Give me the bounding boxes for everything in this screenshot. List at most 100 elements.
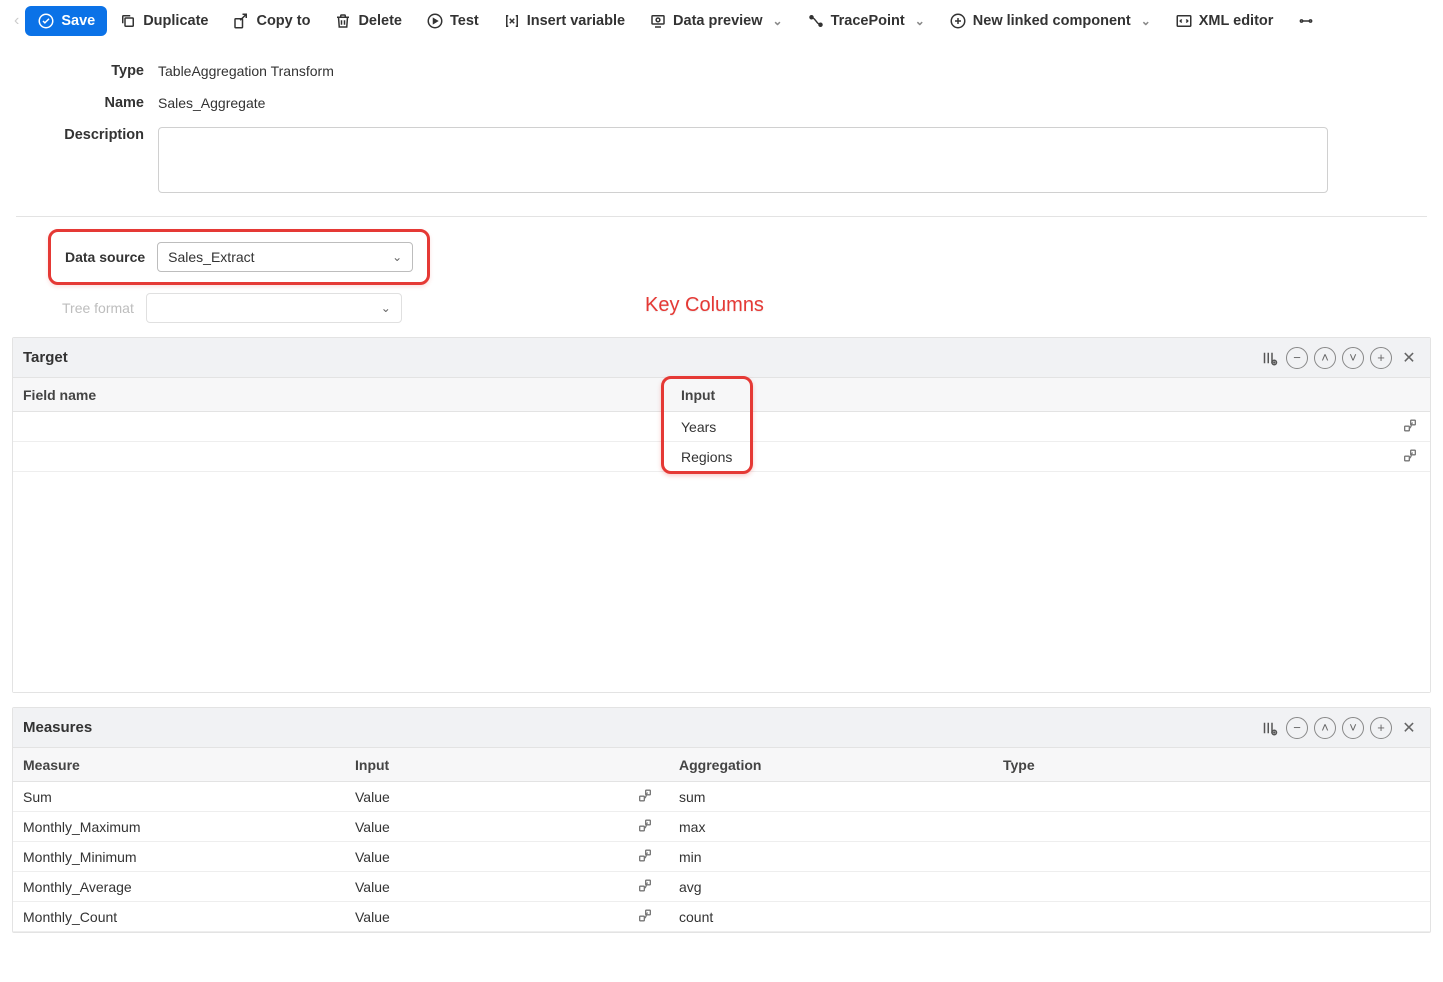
aggregation-cell[interactable]: max: [669, 819, 993, 835]
more-icon: [1297, 12, 1315, 30]
remove-icon[interactable]: −: [1286, 717, 1308, 739]
close-icon[interactable]: ✕: [1398, 347, 1420, 369]
datasource-value: Sales_Extract: [168, 249, 254, 265]
measures-panel: Measures − ˄ ˅ + ✕ Measure Input Aggrega…: [12, 707, 1431, 933]
input-cell[interactable]: Years: [659, 419, 1430, 435]
measure-cell[interactable]: Monthly_Count: [13, 909, 345, 925]
tracepoint-icon: [807, 12, 825, 30]
back-chevron-icon[interactable]: ‹: [8, 12, 25, 30]
datasource-block: Data source Sales_Extract ⌄ Tree format …: [0, 229, 1443, 337]
table-row[interactable]: Monthly_Count Value count: [13, 902, 1430, 932]
input-header: Input: [659, 387, 1430, 403]
add-icon[interactable]: +: [1370, 347, 1392, 369]
columns-icon[interactable]: [1258, 347, 1280, 369]
measures-header-row: Measure Input Aggregation Type: [13, 748, 1430, 782]
insert-variable-button[interactable]: Insert variable: [491, 6, 637, 36]
chevron-down-icon[interactable]: ⌄: [773, 14, 783, 28]
check-circle-icon: [37, 12, 55, 30]
chevron-down-icon[interactable]: ⌄: [915, 14, 925, 28]
input-cell[interactable]: Value: [345, 909, 669, 925]
link-icon[interactable]: [637, 847, 653, 866]
table-row[interactable]: Years: [13, 412, 1430, 442]
measures-header-actions: − ˄ ˅ + ✕: [1258, 717, 1420, 739]
target-body: Years Regions: [13, 412, 1430, 692]
chevron-down-icon[interactable]: ⌄: [1141, 14, 1151, 28]
move-up-icon[interactable]: ˄: [1314, 717, 1336, 739]
measure-cell[interactable]: Monthly_Maximum: [13, 819, 345, 835]
link-icon[interactable]: [637, 907, 653, 926]
measure-cell[interactable]: Monthly_Minimum: [13, 849, 345, 865]
link-icon[interactable]: [1402, 417, 1418, 436]
more-button[interactable]: [1285, 6, 1315, 36]
save-button[interactable]: Save: [25, 6, 107, 36]
name-value[interactable]: Sales_Aggregate: [158, 91, 1427, 111]
trash-icon: [334, 12, 352, 30]
measure-cell[interactable]: Monthly_Average: [13, 879, 345, 895]
table-row[interactable]: Monthly_AverageValueavg: [13, 872, 1430, 902]
input-value: Years: [681, 419, 716, 435]
delete-button[interactable]: Delete: [322, 6, 414, 36]
input-cell[interactable]: Value: [345, 849, 669, 865]
remove-icon[interactable]: −: [1286, 347, 1308, 369]
copy-to-button[interactable]: Copy to: [220, 6, 322, 36]
move-down-icon[interactable]: ˅: [1342, 717, 1364, 739]
table-row[interactable]: Monthly_MinimumValuemin: [13, 842, 1430, 872]
description-input[interactable]: [158, 127, 1328, 193]
copy-to-icon: [232, 12, 250, 30]
target-header-row: Field name Input: [13, 378, 1430, 412]
save-label: Save: [61, 13, 95, 29]
tree-format-select: ⌄: [146, 293, 402, 323]
duplicate-icon: [119, 12, 137, 30]
link-icon[interactable]: [1402, 447, 1418, 466]
columns-icon[interactable]: [1258, 717, 1280, 739]
toolbar: ‹ Save Duplicate Copy to Delete Test: [0, 0, 1443, 43]
close-icon[interactable]: ✕: [1398, 717, 1420, 739]
input-cell[interactable]: Value: [345, 819, 669, 835]
measure-header: Measure: [13, 757, 345, 773]
input-cell[interactable]: Regions: [659, 449, 1430, 465]
target-header-actions: − ˄ ˅ + ✕: [1258, 347, 1420, 369]
xml-icon: [1175, 12, 1193, 30]
name-row: Name Sales_Aggregate: [16, 85, 1427, 117]
link-icon[interactable]: [637, 877, 653, 896]
test-icon: [426, 12, 444, 30]
datasource-select[interactable]: Sales_Extract ⌄: [157, 242, 413, 272]
input-cell[interactable]: Value: [345, 789, 669, 805]
move-up-icon[interactable]: ˄: [1314, 347, 1336, 369]
type-value: TableAggregation Transform: [158, 59, 1427, 79]
target-panel-header: Target Key Columns − ˄ ˅ + ✕: [13, 338, 1430, 378]
target-panel: Target Key Columns − ˄ ˅ + ✕ Field name …: [12, 337, 1431, 693]
move-down-icon[interactable]: ˅: [1342, 347, 1364, 369]
eye-icon: [649, 12, 667, 30]
measures-body: SumValuesumMonthly_MaximumValuemaxMonthl…: [13, 782, 1430, 932]
aggregation-cell[interactable]: count: [669, 909, 993, 925]
link-icon[interactable]: [637, 817, 653, 836]
chevron-down-icon: ⌄: [392, 250, 402, 264]
aggregation-cell[interactable]: min: [669, 849, 993, 865]
separator: [16, 216, 1427, 217]
tree-format-label: Tree format: [62, 300, 134, 316]
description-row: Description: [16, 117, 1427, 202]
delete-label: Delete: [358, 13, 402, 29]
aggregation-cell[interactable]: avg: [669, 879, 993, 895]
xml-editor-button[interactable]: XML editor: [1163, 6, 1286, 36]
data-preview-button[interactable]: Data preview ⌄: [637, 6, 795, 36]
new-linked-component-button[interactable]: New linked component ⌄: [937, 6, 1163, 36]
datasource-highlight: Data source Sales_Extract ⌄: [48, 229, 430, 285]
input-value: Value: [355, 789, 390, 805]
tracepoint-button[interactable]: TracePoint ⌄: [795, 6, 937, 36]
input-value: Value: [355, 909, 390, 925]
test-button[interactable]: Test: [414, 6, 491, 36]
table-row[interactable]: Sum Value sum: [13, 782, 1430, 812]
table-row[interactable]: Regions: [13, 442, 1430, 472]
tracepoint-label: TracePoint: [831, 13, 905, 29]
link-icon[interactable]: [637, 787, 653, 806]
xml-editor-label: XML editor: [1199, 13, 1274, 29]
chevron-down-icon: ⌄: [381, 301, 391, 315]
add-icon[interactable]: +: [1370, 717, 1392, 739]
input-cell[interactable]: Value: [345, 879, 669, 895]
duplicate-button[interactable]: Duplicate: [107, 6, 220, 36]
aggregation-cell[interactable]: sum: [669, 789, 993, 805]
table-row[interactable]: Monthly_MaximumValuemax: [13, 812, 1430, 842]
measure-cell[interactable]: Sum: [13, 789, 345, 805]
